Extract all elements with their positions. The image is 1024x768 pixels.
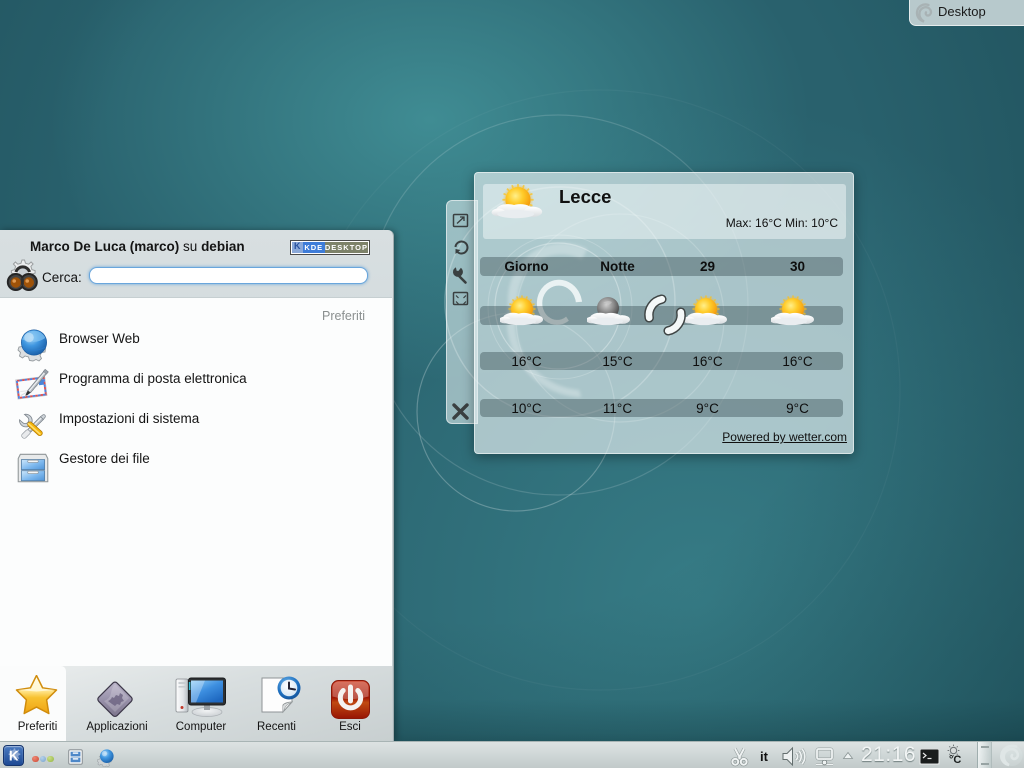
svg-text:K: K xyxy=(9,749,19,764)
